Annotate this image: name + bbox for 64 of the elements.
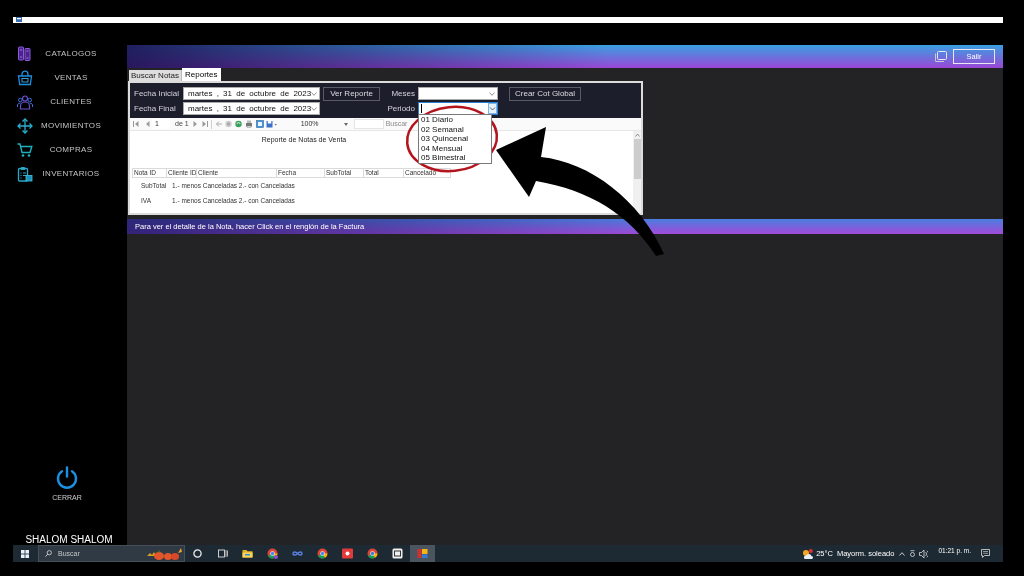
scrollbar-thumb[interactable] <box>633 139 641 179</box>
sidebar-item[interactable]: CLIENTES <box>13 90 127 114</box>
clipboard-icon <box>17 166 33 182</box>
field-label: Periodo <box>387 103 415 115</box>
first-page-icon[interactable] <box>133 120 139 128</box>
scrollbar[interactable] <box>633 131 641 213</box>
button[interactable]: Crear Cot Global <box>509 86 581 101</box>
chevron-down-icon <box>311 91 318 96</box>
task-view-icon[interactable] <box>217 549 228 558</box>
start-icon[interactable] <box>21 549 29 558</box>
people-icon <box>17 94 33 110</box>
square-dot-icon <box>342 548 353 559</box>
cart-icon <box>17 142 33 158</box>
pumpkins-icon <box>147 547 183 560</box>
date-picker[interactable]: martes , 31 de octubre de 2023 <box>183 102 320 115</box>
print-icon[interactable] <box>244 120 253 128</box>
circle-icon[interactable] <box>193 549 202 558</box>
page-layout-icon[interactable] <box>255 120 264 128</box>
ring-icon[interactable] <box>910 550 916 557</box>
next-page-icon[interactable] <box>192 120 198 128</box>
weather-icon[interactable] <box>802 548 814 559</box>
tiles-icon <box>417 548 428 559</box>
dropdown-option[interactable]: 01 Diario <box>419 115 491 125</box>
dropdown-option[interactable]: 05 Bimestral <box>419 153 491 163</box>
restore-window-icon[interactable] <box>935 51 947 62</box>
text-cursor-icon <box>421 104 422 113</box>
dropdown-option[interactable]: 04 Mensual <box>419 143 491 153</box>
chevron-down-icon <box>488 103 497 114</box>
sidebar-item[interactable]: MOVIMIENTOS <box>13 114 127 138</box>
shopping-bag-icon <box>17 70 33 86</box>
chevron-up-icon[interactable] <box>899 551 906 556</box>
four-arrows-icon <box>17 118 33 134</box>
browser-icon <box>317 548 328 559</box>
field-label: Fecha Inicial <box>134 88 179 100</box>
user-name: SHALOM SHALOM <box>25 534 113 545</box>
sidebar-item[interactable]: CATALOGOS <box>13 42 127 66</box>
field-label: Fecha Final <box>134 103 176 115</box>
sidebar-item[interactable]: INVENTARIOS <box>13 162 127 186</box>
sidebar-item[interactable]: VENTAS <box>13 66 127 90</box>
dropdown-option[interactable]: 02 Semanal <box>419 124 491 134</box>
caret-icon <box>343 122 348 126</box>
tab[interactable]: Reportes <box>182 68 221 81</box>
infinity-icon <box>292 548 303 559</box>
power-icon <box>55 466 79 490</box>
folder-icon <box>242 548 253 559</box>
dropdown-option[interactable]: 03 Quincenal <box>419 134 491 144</box>
refresh-icon[interactable] <box>234 120 242 128</box>
notification-icon[interactable] <box>981 549 990 558</box>
previous-page-icon[interactable] <box>145 120 150 128</box>
button[interactable]: Ver Reporte <box>323 86 380 101</box>
sidebar-item[interactable]: COMPRAS <box>13 138 127 162</box>
find-field[interactable] <box>353 119 384 129</box>
books-icon <box>17 46 33 62</box>
framed-square-icon <box>392 548 403 559</box>
speaker-icon[interactable] <box>919 548 929 559</box>
search-icon <box>45 550 52 557</box>
last-page-icon[interactable] <box>201 120 208 128</box>
export-icon[interactable] <box>265 120 277 128</box>
date-picker[interactable]: martes , 31 de octubre de 2023 <box>183 87 320 100</box>
chevron-down-icon <box>489 91 495 96</box>
field-label: Meses <box>391 88 415 100</box>
chevron-down-icon <box>311 106 318 111</box>
browser-icon <box>267 548 278 559</box>
browser-icon <box>367 548 378 559</box>
